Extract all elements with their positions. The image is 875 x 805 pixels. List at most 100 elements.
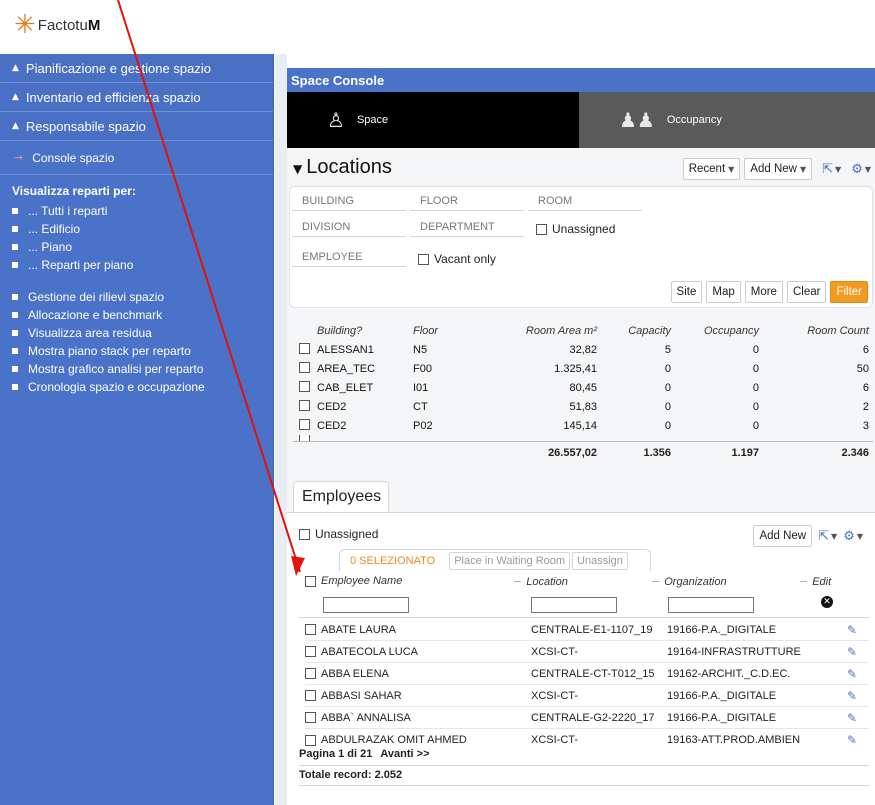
clear-filter-icon[interactable]: ✕ [821, 596, 833, 608]
nav-item-residual-area[interactable]: Visualizza area residua [12, 324, 273, 342]
bullet-icon [12, 330, 18, 336]
col-building[interactable]: Building? [317, 325, 413, 337]
locations-filter-panel: BUILDING FLOOR ROOM DIVISION DEPARTMENT … [289, 186, 873, 308]
division-field[interactable]: DIVISION [292, 217, 406, 237]
col-capacity[interactable]: Capacity [597, 325, 671, 337]
gear-icon[interactable]: ⚙ ▼ [851, 162, 871, 177]
desk-person-icon: ♙ [327, 108, 345, 132]
bullet-icon [12, 384, 18, 390]
nav-item-stack-plan[interactable]: Mostra piano stack per reparto [12, 342, 273, 360]
filter-button[interactable]: Filter [830, 281, 868, 303]
tab-employees[interactable]: Employees [293, 481, 389, 513]
row-checkbox[interactable] [299, 418, 310, 430]
room-field[interactable]: ROOM [528, 191, 642, 211]
row-checkbox[interactable] [305, 690, 316, 701]
table-row[interactable]: ABBASI SAHAR XCSI-CT- 19166-P.A._DIGITALE ✎ [305, 685, 869, 707]
nav-item-all-departments[interactable]: ... Tutti i reparti [12, 202, 273, 220]
pencil-icon[interactable]: ✎ [835, 733, 869, 747]
row-checkbox[interactable] [305, 624, 316, 635]
row-checkbox[interactable] [299, 342, 310, 354]
people-icon: ♟♟ [619, 108, 655, 132]
tab-occupancy[interactable]: ♟♟ Occupancy [579, 92, 875, 148]
employees-add-new-button[interactable]: Add New [753, 525, 813, 547]
table-row[interactable]: ABATECOLA LUCA XCSI-CT- 19164-INFRASTRUTTU… [305, 641, 869, 663]
space-console: Space Console ♙ Space ♟♟ Occupancy ▼ Locati… [287, 68, 875, 805]
organization-filter-input[interactable] [668, 597, 754, 613]
pencil-icon[interactable]: ✎ [835, 645, 869, 659]
row-checkbox[interactable] [299, 399, 310, 411]
vacant-only-checkbox[interactable]: Vacant only [418, 252, 496, 266]
row-checkbox[interactable] [299, 361, 310, 373]
pencil-icon[interactable]: ✎ [835, 711, 869, 725]
building-field[interactable]: BUILDING [292, 191, 406, 211]
nav-item-analysis-chart[interactable]: Mostra grafico analisi per reparto [12, 360, 273, 378]
floor-field[interactable]: FLOOR [410, 191, 524, 211]
gear-icon[interactable]: ⚙ ▼ [843, 529, 863, 544]
tab-space[interactable]: ♙ Space [287, 92, 579, 148]
more-button[interactable]: More [744, 281, 783, 303]
add-new-button[interactable]: Add New ▼ [744, 158, 813, 180]
nav-item-departments-per-floor[interactable]: ... Reparti per piano [12, 256, 273, 274]
locations-title[interactable]: ▼ Locations [293, 156, 392, 179]
logo-text-m: M [87, 16, 101, 34]
row-checkbox[interactable] [305, 668, 316, 679]
row-checkbox[interactable] [299, 380, 310, 392]
bullet-icon [12, 244, 18, 250]
recent-button[interactable]: Recent ▼ [682, 158, 741, 180]
export-icon[interactable]: ⇱ ▼ [822, 162, 841, 177]
total-records: Totale record: 2.052 [299, 769, 403, 781]
table-row[interactable]: ABBA ELENA CENTRALE-CT-T012_15 19162-ARCHI… [305, 663, 869, 685]
nav-group-inventory[interactable]: ▲ Inventario ed efficienza spazio [0, 83, 273, 112]
nav-group-planning[interactable]: ▲ Pianificazione e gestione spazio [0, 54, 273, 83]
col-occupancy[interactable]: Occupancy [671, 325, 759, 337]
employee-name-filter-input[interactable] [323, 597, 409, 613]
splitter[interactable] [275, 54, 287, 805]
place-in-waiting-room-button[interactable]: Place in Waiting Room [449, 551, 571, 570]
nav-item-floor[interactable]: ... Piano [12, 238, 273, 256]
table-row[interactable]: ABATE LAURA CENTRALE-E1-1107_19 19166-P.A.… [305, 619, 869, 641]
employee-field[interactable]: EMPLOYEE [292, 247, 406, 267]
nav-item-surveys[interactable]: Gestione dei rilievi spazio [12, 288, 273, 306]
table-row[interactable]: ABBA` ANNALISA CENTRALE-G2-2220_17 19166-P… [305, 707, 869, 729]
bullet-icon [12, 226, 18, 232]
location-filter-input[interactable] [531, 597, 617, 613]
table-row[interactable]: ALESSAN1 N5 32,82 5 0 6 [287, 340, 875, 359]
export-icon[interactable]: ⇱ ▼ [818, 529, 837, 544]
col-location[interactable]: − Location [513, 575, 568, 588]
col-room-count[interactable]: Room Count [759, 325, 871, 337]
divider [299, 617, 869, 618]
site-button[interactable]: Site [670, 281, 703, 303]
table-row[interactable]: CAB_ELET I01 80,45 0 0 6 [287, 378, 875, 397]
row-checkbox[interactable] [299, 435, 310, 441]
pencil-icon[interactable]: ✎ [835, 623, 869, 637]
clear-button[interactable]: Clear [786, 281, 827, 303]
table-row[interactable]: CED2 P02 145,14 0 0 3 [287, 416, 875, 435]
select-all-checkbox[interactable] [305, 575, 316, 587]
nav-item-building[interactable]: ... Edificio [12, 220, 273, 238]
col-organization[interactable]: − Organization [651, 575, 727, 588]
row-checkbox[interactable] [305, 734, 316, 746]
nav-item-allocation[interactable]: Allocazione e benchmark [12, 306, 273, 324]
unassigned-checkbox[interactable]: Unassigned [536, 222, 615, 236]
next-page-link[interactable]: Avanti >> [380, 748, 429, 760]
nav-group-space-manager[interactable]: ▲ Responsabile spazio [0, 112, 273, 141]
employees-unassigned-checkbox[interactable]: Unassigned [299, 527, 378, 541]
department-field[interactable]: DEPARTMENT [410, 217, 524, 237]
nav-group-label: Responsabile spazio [25, 118, 146, 134]
col-floor[interactable]: Floor [413, 325, 491, 337]
selection-bar: 0 SELEZIONATO Place in Waiting Room Unas… [339, 549, 651, 571]
table-row[interactable]: CED2 CT 51,83 0 0 2 [287, 397, 875, 416]
row-checkbox[interactable] [305, 646, 316, 657]
unassign-button[interactable]: Unassign [572, 551, 628, 570]
factotum-logo[interactable]: ✳ FactotuM [14, 12, 100, 38]
table-row[interactable]: AREA_TEC F00 1.325,41 0 0 50 [287, 359, 875, 378]
pencil-icon[interactable]: ✎ [835, 689, 869, 703]
map-button[interactable]: Map [706, 281, 741, 303]
locations-grid: Building? Floor Room Area m² Capacity Oc… [287, 322, 875, 464]
col-room-area[interactable]: Room Area m² [491, 325, 597, 337]
pencil-icon[interactable]: ✎ [835, 667, 869, 681]
nav-item-history[interactable]: Cronologia spazio e occupazione [12, 378, 273, 396]
row-checkbox[interactable] [305, 712, 316, 723]
nav-item-console-spazio[interactable]: → Console spazio [0, 141, 273, 175]
col-employee-name[interactable]: Employee Name [305, 575, 402, 587]
